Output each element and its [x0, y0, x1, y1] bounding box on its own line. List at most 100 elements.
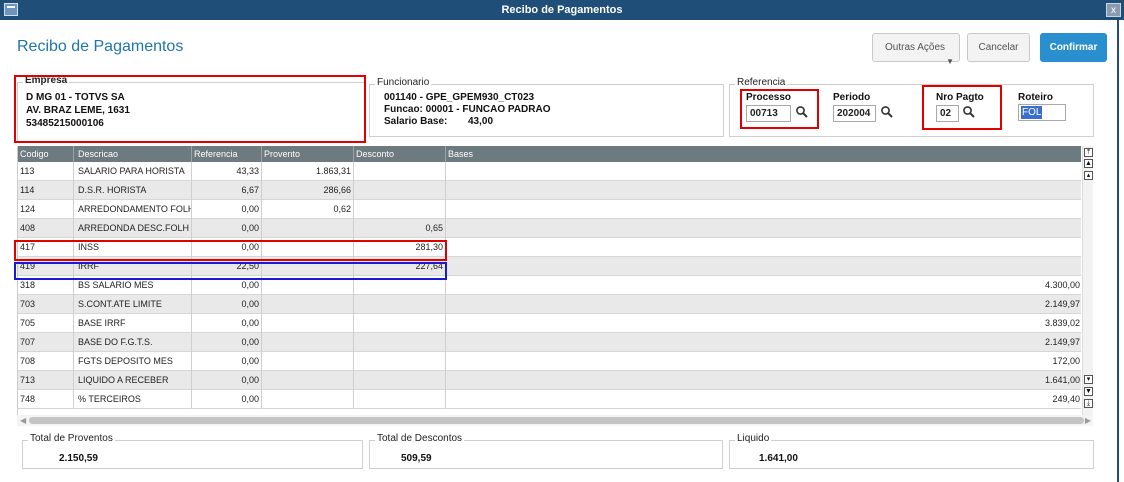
periodo-input[interactable]: 202004 [833, 105, 876, 122]
search-icon[interactable] [880, 105, 894, 119]
liquido-group: Liquido 1.641,00 [729, 433, 1094, 469]
cell-referencia: 0,00 [192, 219, 262, 238]
scroll-right-icon[interactable]: ▶ [1085, 415, 1091, 426]
close-icon[interactable]: x [1106, 3, 1121, 17]
cell-bases: 1.641,00 [1044, 375, 1080, 385]
roteiro-value: FOL [1021, 106, 1043, 119]
scroll-page-down-icon[interactable]: ▼ [1084, 387, 1093, 396]
cell-provento [262, 314, 354, 333]
table-row[interactable]: 748% TERCEIROS 0,00 249,40 [18, 390, 1081, 409]
column-header-provento[interactable]: Provento [262, 146, 354, 162]
horizontal-scrollbar[interactable]: ◀ ▶ [17, 415, 1093, 426]
column-header-bases[interactable]: Bases [446, 146, 1081, 162]
cell-provento: 286,66 [262, 181, 354, 200]
outras-acoes-label: Outras Ações [885, 42, 946, 53]
cell-descricao: LIQUIDO A RECEBER [74, 371, 192, 390]
cell-desconto [354, 352, 446, 371]
cell-bases: 172,00 [1052, 356, 1080, 366]
total-proventos-group: Total de Proventos 2.150,59 [22, 433, 363, 469]
cell-referencia: 0,00 [192, 333, 262, 352]
cell-codigo: 124 [18, 200, 74, 219]
cell-referencia: 0,00 [192, 314, 262, 333]
cell-descricao: BASE IRRF [74, 314, 192, 333]
cell-provento: 1.863,31 [262, 162, 354, 181]
cell-bases: 4.300,00 [1044, 280, 1080, 290]
total-descontos-label: Total de Descontos [375, 433, 465, 444]
window-titlebar: Recibo de Pagamentos x [0, 0, 1124, 20]
cell-referencia: 0,00 [192, 390, 262, 409]
table-row[interactable]: 114 D.S.R. HORISTA 6,67 286,66 [18, 181, 1081, 200]
cell-desconto [354, 390, 446, 409]
roteiro-input[interactable]: FOL [1018, 104, 1066, 121]
cell-bases: 2.149,97 [1044, 299, 1080, 309]
cell-referencia: 43,33 [192, 162, 262, 181]
total-descontos-value: 509,59 [401, 453, 432, 464]
scroll-down-icon[interactable]: ▾ [1084, 375, 1093, 384]
empresa-highlight [14, 75, 366, 143]
chevron-down-icon: ▼ [946, 57, 954, 66]
cell-referencia: 0,00 [192, 295, 262, 314]
cell-bases [446, 238, 1081, 257]
window-right-border [1117, 20, 1119, 482]
cell-codigo: 113 [18, 162, 74, 181]
cell-referencia: 0,00 [192, 371, 262, 390]
cell-codigo: 705 [18, 314, 74, 333]
table-row[interactable]: 113 SALARIO PARA HORISTA 43,33 1.863,31 [18, 162, 1081, 181]
cell-desconto [354, 371, 446, 390]
salario-base-label: Salario Base: [384, 116, 448, 127]
table-row[interactable]: 703 S.CONT.ATE LIMITE 0,00 2.149,97 [18, 295, 1081, 314]
cell-bases [446, 257, 1081, 276]
cell-desconto [354, 162, 446, 181]
funcionario-caption: Funcionario [375, 77, 432, 88]
cell-codigo: 703 [18, 295, 74, 314]
vertical-scrollbar[interactable]: ⤒ ▲ ▴ ▾ ▼ ⤓ [1082, 146, 1093, 415]
scroll-bottom-icon[interactable]: ⤓ [1084, 399, 1093, 408]
cell-bases [446, 200, 1081, 219]
cell-codigo: 708 [18, 352, 74, 371]
scroll-top-icon[interactable]: ⤒ [1084, 148, 1093, 157]
cell-referencia: 0,00 [192, 200, 262, 219]
table-row[interactable]: 705 BASE IRRF 0,00 3.839,02 [18, 314, 1081, 333]
table-row[interactable]: 708 FGTS DEPOSITO MES 0,00 172,00 [18, 352, 1081, 371]
total-proventos-label: Total de Proventos [28, 433, 115, 444]
total-proventos-value: 2.150,59 [59, 453, 98, 464]
cell-desconto [354, 181, 446, 200]
horizontal-scroll-thumb[interactable] [29, 417, 1084, 424]
cell-provento [262, 295, 354, 314]
cell-referencia: 6,67 [192, 181, 262, 200]
scroll-up-icon[interactable]: ▴ [1084, 171, 1093, 180]
periodo-label: Periodo [833, 92, 871, 103]
scroll-left-icon[interactable]: ◀ [20, 415, 26, 426]
inss-row-highlight [14, 240, 447, 261]
pagamentos-grid: Codigo Descricao Referencia Provento Des… [17, 146, 1081, 415]
processo-highlight [740, 89, 819, 129]
cell-provento [262, 219, 354, 238]
cell-bases [446, 162, 1081, 181]
table-row[interactable]: 124 ARREDONDAMENTO FOLHA 0,00 0,62 [18, 200, 1081, 219]
column-header-codigo[interactable]: Codigo [18, 146, 74, 162]
cancel-button[interactable]: Cancelar [967, 33, 1030, 62]
app-window: Recibo de Pagamentos x Recibo de Pagamen… [0, 0, 1124, 482]
salario-base-value: 43,00 [468, 116, 494, 127]
cell-provento [262, 333, 354, 352]
column-header-descricao[interactable]: Descricao [74, 146, 192, 162]
cell-bases [446, 219, 1081, 238]
cell-descricao: SALARIO PARA HORISTA [74, 162, 192, 181]
column-header-referencia[interactable]: Referencia [192, 146, 262, 162]
confirm-button[interactable]: Confirmar [1040, 33, 1107, 62]
column-header-desconto[interactable]: Desconto [354, 146, 446, 162]
liquido-label: Liquido [735, 433, 772, 444]
funcionario-name: 001140 - GPE_GPEM930_CT023 [384, 92, 535, 103]
cell-descricao: S.CONT.ATE LIMITE [74, 295, 192, 314]
scroll-page-up-icon[interactable]: ▲ [1084, 159, 1093, 168]
cell-desconto [354, 314, 446, 333]
table-row[interactable]: 408 ARREDONDA DESC.FOLH 0,00 0,65 [18, 219, 1081, 238]
outras-acoes-button[interactable]: Outras Ações ▼ [872, 33, 960, 66]
grid-header: Codigo Descricao Referencia Provento Des… [18, 146, 1081, 162]
cell-referencia: 0,00 [192, 352, 262, 371]
table-row[interactable]: 707 BASE DO F.G.T.S. 0,00 2.149,97 [18, 333, 1081, 352]
table-row[interactable]: 713 LIQUIDO A RECEBER 0,00 1.641,00 [18, 371, 1081, 390]
cell-codigo: 713 [18, 371, 74, 390]
cell-bases: 3.839,02 [1044, 318, 1080, 328]
cell-bases: 249,40 [1052, 394, 1080, 404]
